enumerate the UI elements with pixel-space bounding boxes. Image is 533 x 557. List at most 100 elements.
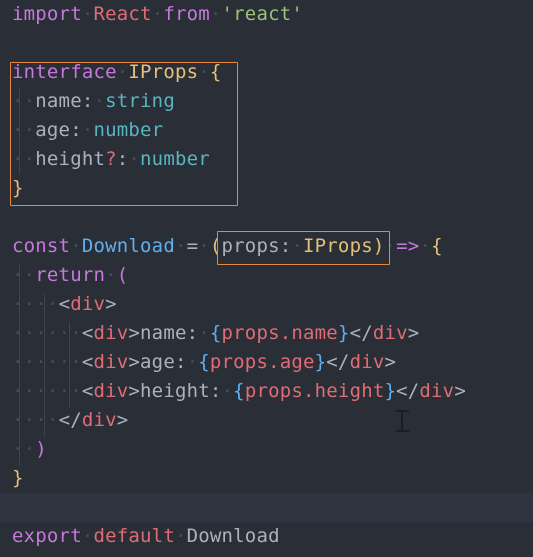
code-line-8-blank[interactable] bbox=[0, 203, 533, 232]
arrow-operator: => bbox=[396, 235, 420, 257]
whitespace-dot: · bbox=[46, 409, 59, 431]
code-line-18-blank-active[interactable] bbox=[0, 493, 533, 522]
whitespace-dot: · bbox=[384, 235, 397, 257]
code-line-13[interactable]: ······<div>age:·{props.age}</div> bbox=[0, 348, 533, 377]
code-line-3[interactable]: interface·IProps·{ bbox=[0, 58, 533, 87]
whitespace-dot: · bbox=[12, 293, 24, 315]
jsx-tag-div: div bbox=[93, 351, 129, 373]
whitespace-dot: · bbox=[70, 351, 82, 373]
string-react-module: 'react' bbox=[221, 3, 304, 25]
whitespace-dot: · bbox=[105, 264, 117, 286]
paren-open: ( bbox=[116, 264, 129, 286]
jsx-tag-div: div bbox=[349, 351, 385, 373]
code-editor-surface[interactable]: import·React·from·'react' interface·IPro… bbox=[0, 0, 533, 557]
paren-close: ) bbox=[372, 235, 385, 257]
code-line-12[interactable]: ······<div>name:·{props.name}</div> bbox=[0, 319, 533, 348]
jsx-angle-close: > bbox=[407, 322, 420, 344]
whitespace-dot: · bbox=[70, 235, 82, 257]
code-line-2-blank[interactable] bbox=[0, 29, 533, 58]
code-line-19[interactable]: export·default·Download bbox=[0, 522, 533, 551]
code-line-7[interactable]: } bbox=[0, 174, 533, 203]
jsx-angle-close-open: </ bbox=[326, 351, 350, 373]
jsx-expr-brace-open: { bbox=[209, 322, 222, 344]
code-line-10[interactable]: ··return·( bbox=[0, 261, 533, 290]
jsx-text-label: age: bbox=[140, 351, 187, 373]
whitespace-dot: · bbox=[46, 351, 59, 373]
code-line-16[interactable]: ··) bbox=[0, 435, 533, 464]
whitespace-dot: · bbox=[12, 90, 24, 112]
brace-close: } bbox=[12, 467, 24, 489]
optional-marker: ? bbox=[105, 148, 117, 170]
whitespace-dot: · bbox=[116, 61, 129, 83]
whitespace-dot: · bbox=[419, 235, 432, 257]
paren-close: ) bbox=[35, 438, 47, 460]
code-line-15[interactable]: ····</div> bbox=[0, 406, 533, 435]
colon: : bbox=[279, 235, 292, 257]
param-type-iprops: IProps bbox=[303, 235, 373, 257]
whitespace-dot: · bbox=[23, 264, 36, 286]
whitespace-dot: · bbox=[81, 525, 94, 547]
jsx-angle-close: > bbox=[116, 409, 129, 431]
keyword-interface: interface bbox=[12, 61, 117, 83]
jsx-tag-div: div bbox=[70, 293, 106, 315]
whitespace-dot: · bbox=[198, 322, 210, 344]
jsx-text-label: name: bbox=[140, 322, 199, 344]
jsx-expr-brace-close: } bbox=[314, 351, 327, 373]
whitespace-dot: · bbox=[35, 351, 47, 373]
code-line-14[interactable]: ······<div>height:·{props.height}</div> bbox=[0, 377, 533, 406]
function-name-download: Download bbox=[81, 235, 175, 257]
type-number: number bbox=[140, 148, 210, 170]
whitespace-dot: · bbox=[12, 380, 24, 402]
code-line-9[interactable]: const·Download·=·(props:·IProps)·=>·{ bbox=[0, 232, 533, 261]
whitespace-dot: · bbox=[291, 235, 304, 257]
colon: : bbox=[116, 148, 129, 170]
whitespace-dot: · bbox=[12, 322, 24, 344]
keyword-import: import bbox=[12, 3, 82, 25]
whitespace-dot: · bbox=[186, 351, 199, 373]
whitespace-dot: · bbox=[93, 90, 106, 112]
code-line-4[interactable]: ··name:·string bbox=[0, 87, 533, 116]
jsx-angle-open: < bbox=[81, 380, 94, 402]
whitespace-dot: · bbox=[81, 3, 94, 25]
colon: : bbox=[70, 119, 82, 141]
whitespace-dot: · bbox=[81, 119, 94, 141]
whitespace-dot: · bbox=[58, 380, 71, 402]
whitespace-dot: · bbox=[12, 119, 24, 141]
jsx-expression-props-name: props.name bbox=[221, 322, 338, 344]
code-line-6[interactable]: ··height?:·number bbox=[0, 145, 533, 174]
whitespace-dot: · bbox=[23, 438, 36, 460]
jsx-expr-brace-open: { bbox=[198, 351, 210, 373]
whitespace-dot: · bbox=[23, 148, 36, 170]
whitespace-dot: · bbox=[35, 380, 47, 402]
code-line-11[interactable]: ····<div> bbox=[0, 290, 533, 319]
colon: : bbox=[81, 90, 94, 112]
whitespace-dot: · bbox=[221, 380, 234, 402]
jsx-angle-close: > bbox=[454, 380, 466, 402]
property-key-height: height bbox=[35, 148, 106, 170]
whitespace-dot: · bbox=[198, 235, 210, 257]
interface-name-iprops: IProps bbox=[128, 61, 199, 83]
whitespace-dot: · bbox=[46, 322, 59, 344]
whitespace-dot: · bbox=[70, 380, 82, 402]
identifier-download: Download bbox=[186, 525, 280, 547]
whitespace-dot: · bbox=[12, 264, 24, 286]
param-props: props bbox=[221, 235, 280, 257]
whitespace-dot: · bbox=[151, 3, 164, 25]
whitespace-dot: · bbox=[58, 322, 71, 344]
code-line-5[interactable]: ··age:·number bbox=[0, 116, 533, 145]
whitespace-dot: · bbox=[23, 293, 36, 315]
code-line-1[interactable]: import·React·from·'react' bbox=[0, 0, 533, 29]
jsx-expr-brace-open: { bbox=[233, 380, 245, 402]
whitespace-dot: · bbox=[23, 90, 36, 112]
whitespace-dot: · bbox=[128, 148, 141, 170]
whitespace-dot: · bbox=[46, 380, 59, 402]
operator-equals: = bbox=[186, 235, 199, 257]
jsx-angle-close: > bbox=[128, 322, 141, 344]
whitespace-dot: · bbox=[35, 293, 47, 315]
whitespace-dot: · bbox=[70, 322, 82, 344]
whitespace-dot: · bbox=[209, 3, 222, 25]
whitespace-dot: · bbox=[12, 148, 24, 170]
brace-close: } bbox=[12, 177, 24, 199]
code-line-17[interactable]: } bbox=[0, 464, 533, 493]
jsx-expr-brace-close: } bbox=[337, 322, 350, 344]
